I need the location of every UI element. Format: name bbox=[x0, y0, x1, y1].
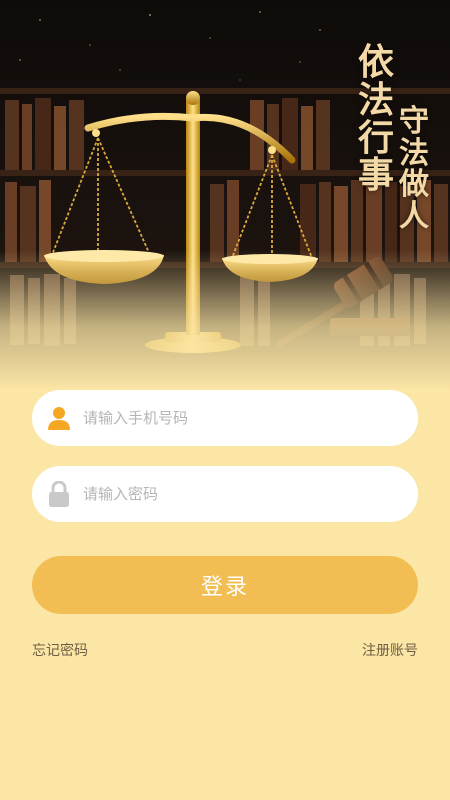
slogan-char: 守 bbox=[399, 104, 429, 139]
slogan-char: 法 bbox=[358, 78, 395, 121]
register-link[interactable]: 注册账号 bbox=[362, 640, 418, 660]
password-field[interactable] bbox=[32, 466, 418, 522]
hero-banner: 依 法 行 事 守 法 做 人 bbox=[0, 0, 450, 390]
slogan-char: 事 bbox=[358, 154, 395, 197]
user-icon bbox=[47, 405, 71, 431]
password-input[interactable] bbox=[83, 466, 418, 522]
lock-icon bbox=[47, 481, 71, 507]
slogan-char: 法 bbox=[399, 135, 429, 171]
login-button[interactable]: 登录 bbox=[32, 556, 418, 614]
phone-input[interactable] bbox=[83, 390, 418, 446]
forgot-password-link[interactable]: 忘记密码 bbox=[32, 640, 88, 660]
slogan-char: 行 bbox=[358, 116, 395, 159]
slogan-char: 做 bbox=[399, 167, 429, 202]
slogan-line-2: 守 法 做 人 bbox=[399, 106, 429, 232]
login-screen: 依 法 行 事 守 法 做 人 登录 bbox=[0, 0, 450, 800]
phone-field[interactable] bbox=[32, 390, 418, 446]
slogan-char: 人 bbox=[399, 198, 429, 234]
slogan-char: 依 bbox=[358, 41, 395, 83]
slogan-line-1: 依 法 行 事 bbox=[358, 41, 395, 197]
